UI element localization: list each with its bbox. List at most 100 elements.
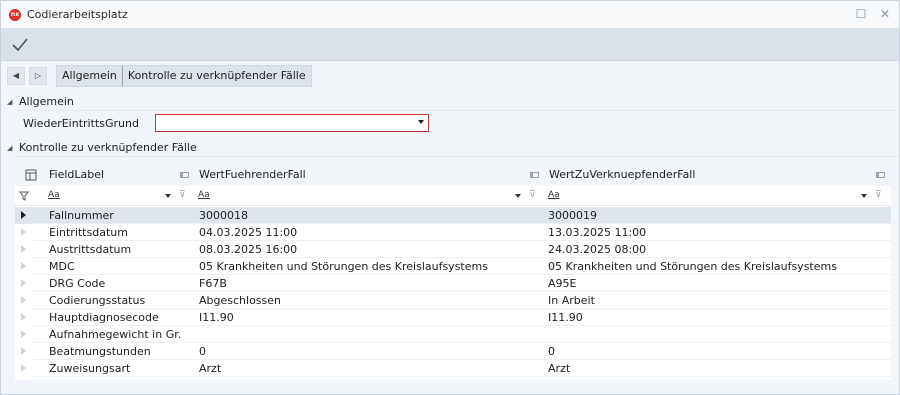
filter-operator[interactable]: Aa: [548, 190, 560, 200]
table-row[interactable]: Fallnummer 3000018 3000019: [15, 207, 891, 224]
row-indicator[interactable]: [15, 309, 33, 326]
wiedereintrittsgrund-row: WiederEintrittsGrund: [1, 113, 899, 135]
dropdown-arrow-icon[interactable]: [418, 120, 424, 124]
cell-b[interactable]: A95E: [548, 275, 576, 292]
row-indicator-arrow-icon: [21, 313, 26, 321]
column-header-fieldlabel[interactable]: FieldLabel: [45, 164, 195, 186]
collapse-icon[interactable]: ◢: [7, 98, 12, 106]
column-header-wertzuverknuepfenderfall[interactable]: WertZuVerknuepfenderFall: [545, 164, 885, 186]
section-allgemein-label: Allgemein: [19, 95, 74, 108]
row-indicator[interactable]: [15, 326, 33, 343]
row-indicator[interactable]: [15, 275, 33, 292]
row-indicator[interactable]: [15, 292, 33, 309]
clear-filter-icon[interactable]: ⊽: [875, 190, 882, 200]
filter-cell-fieldlabel[interactable]: Aa ⊽: [45, 186, 195, 206]
table-row[interactable]: Eintrittsdatum 04.03.2025 11:00 13.03.2025…: [15, 224, 891, 241]
cell-field[interactable]: Beatmungstunden: [49, 343, 151, 360]
cell-b[interactable]: Arzt: [548, 360, 570, 377]
section-divider: [17, 156, 899, 157]
cell-a[interactable]: 0: [199, 343, 206, 360]
filter-dropdown-icon[interactable]: [861, 194, 867, 198]
cell-field[interactable]: Eintrittsdatum: [49, 224, 128, 241]
table-row[interactable]: DRG Code F67B A95E: [15, 275, 891, 292]
pin-icon[interactable]: [530, 172, 539, 178]
clear-filter-icon[interactable]: ⊽: [179, 190, 186, 200]
collapse-icon[interactable]: ◢: [7, 144, 12, 152]
cell-a[interactable]: 3000018: [199, 207, 248, 224]
cell-field[interactable]: Codierungsstatus: [49, 292, 145, 309]
section-allgemein-header[interactable]: ◢ Allgemein: [1, 93, 899, 111]
cell-field[interactable]: Aufnahmegewicht in Gr.: [49, 326, 181, 343]
wiedereintrittsgrund-label: WiederEintrittsGrund: [23, 117, 139, 130]
cell-field[interactable]: MDC: [49, 258, 75, 275]
clear-filter-icon[interactable]: ⊽: [529, 190, 536, 200]
close-button[interactable]: ✕: [878, 7, 892, 21]
filter-cell-wertfuehrenderfall[interactable]: Aa ⊽: [195, 186, 545, 206]
row-indicator-arrow-icon: [21, 296, 26, 304]
tab-allgemein[interactable]: Allgemein: [57, 66, 122, 86]
filter-operator[interactable]: Aa: [48, 190, 60, 200]
pin-icon[interactable]: [876, 172, 885, 178]
row-indicator[interactable]: [15, 241, 33, 258]
table-row[interactable]: Beatmungstunden 0 0: [15, 343, 891, 360]
cell-b[interactable]: 05 Krankheiten und Störungen des Kreisla…: [548, 258, 837, 275]
next-tab-button[interactable]: ▷: [29, 67, 47, 85]
grid-header: FieldLabel WertFuehrenderFall WertZuVerk…: [15, 164, 891, 186]
filter-row-icon[interactable]: [19, 191, 31, 201]
comparison-grid: FieldLabel WertFuehrenderFall WertZuVerk…: [15, 164, 891, 380]
cell-field[interactable]: Zuweisungsart: [49, 360, 130, 377]
filter-operator[interactable]: Aa: [198, 190, 210, 200]
row-indicator-arrow-icon: [21, 347, 26, 355]
filter-dropdown-icon[interactable]: [515, 194, 521, 198]
column-chooser-icon[interactable]: [25, 169, 37, 181]
row-indicator[interactable]: [15, 224, 33, 241]
row-indicator[interactable]: [15, 360, 33, 377]
filter-dropdown-icon[interactable]: [165, 194, 171, 198]
cell-field[interactable]: Fallnummer: [49, 207, 114, 224]
row-indicator-arrow-icon: [21, 364, 26, 372]
section-divider: [17, 110, 899, 111]
codierarbeitsplatz-window: nx Codierarbeitsplatz ☐ ✕ ◀ ▷ Allgemein …: [0, 0, 900, 395]
previous-tab-button[interactable]: ◀: [7, 67, 25, 85]
filter-cell-wertzuverknuepfenderfall[interactable]: Aa ⊽: [545, 186, 891, 206]
cell-b[interactable]: 3000019: [548, 207, 597, 224]
cell-b[interactable]: 0: [548, 343, 555, 360]
table-row[interactable]: Zuweisungsart Arzt Arzt: [15, 360, 891, 377]
cell-field[interactable]: Hauptdiagnosecode: [49, 309, 159, 326]
row-indicator[interactable]: [15, 343, 33, 360]
cell-a[interactable]: 08.03.2025 16:00: [199, 241, 297, 258]
title-bar: nx Codierarbeitsplatz ☐ ✕: [1, 1, 899, 29]
table-row[interactable]: Austrittsdatum 08.03.2025 16:00 24.03.2025…: [15, 241, 891, 258]
tab-kontrolle[interactable]: Kontrolle zu verknüpfender Fälle: [121, 66, 311, 86]
cell-b[interactable]: In Arbeit: [548, 292, 595, 309]
table-row[interactable]: MDC 05 Krankheiten und Störungen des Krei…: [15, 258, 891, 275]
cell-a[interactable]: Abgeschlossen: [199, 292, 281, 309]
cell-b[interactable]: 13.03.2025 11:00: [548, 224, 646, 241]
cell-field[interactable]: Austrittsdatum: [49, 241, 131, 258]
cell-a[interactable]: Arzt: [199, 360, 221, 377]
cell-field[interactable]: DRG Code: [49, 275, 105, 292]
cell-a[interactable]: F67B: [199, 275, 227, 292]
cell-b[interactable]: 24.03.2025 08:00: [548, 241, 646, 258]
cell-b[interactable]: I11.90: [548, 309, 583, 326]
cell-a[interactable]: I11.90: [199, 309, 234, 326]
row-indicator[interactable]: [15, 207, 33, 224]
tab-navigation-bar: ◀ ▷ Allgemein Kontrolle zu verknüpfender…: [1, 62, 899, 90]
cell-a[interactable]: 04.03.2025 11:00: [199, 224, 297, 241]
cell-a[interactable]: 05 Krankheiten und Störungen des Kreisla…: [199, 258, 488, 275]
maximize-button[interactable]: ☐: [854, 7, 868, 21]
table-row[interactable]: Hauptdiagnosecode I11.90 I11.90: [15, 309, 891, 326]
table-row[interactable]: Aufnahmegewicht in Gr.: [15, 326, 891, 343]
filter-row: Aa ⊽ Aa ⊽ Aa ⊽: [15, 186, 891, 206]
toolbar: [1, 29, 899, 61]
table-row[interactable]: Codierungsstatus Abgeschlossen In Arbeit: [15, 292, 891, 309]
pin-icon[interactable]: [180, 172, 189, 178]
check-icon[interactable]: [11, 36, 29, 54]
row-indicator-arrow-icon: [21, 262, 26, 270]
row-indicator[interactable]: [15, 258, 33, 275]
section-kontrolle-header[interactable]: ◢ Kontrolle zu verknüpfender Fälle: [1, 139, 899, 157]
row-indicator-arrow-icon: [21, 228, 26, 236]
wiedereintrittsgrund-dropdown[interactable]: [155, 114, 429, 132]
window-title: Codierarbeitsplatz: [27, 8, 128, 21]
column-header-wertfuehrenderfall[interactable]: WertFuehrenderFall: [195, 164, 545, 186]
